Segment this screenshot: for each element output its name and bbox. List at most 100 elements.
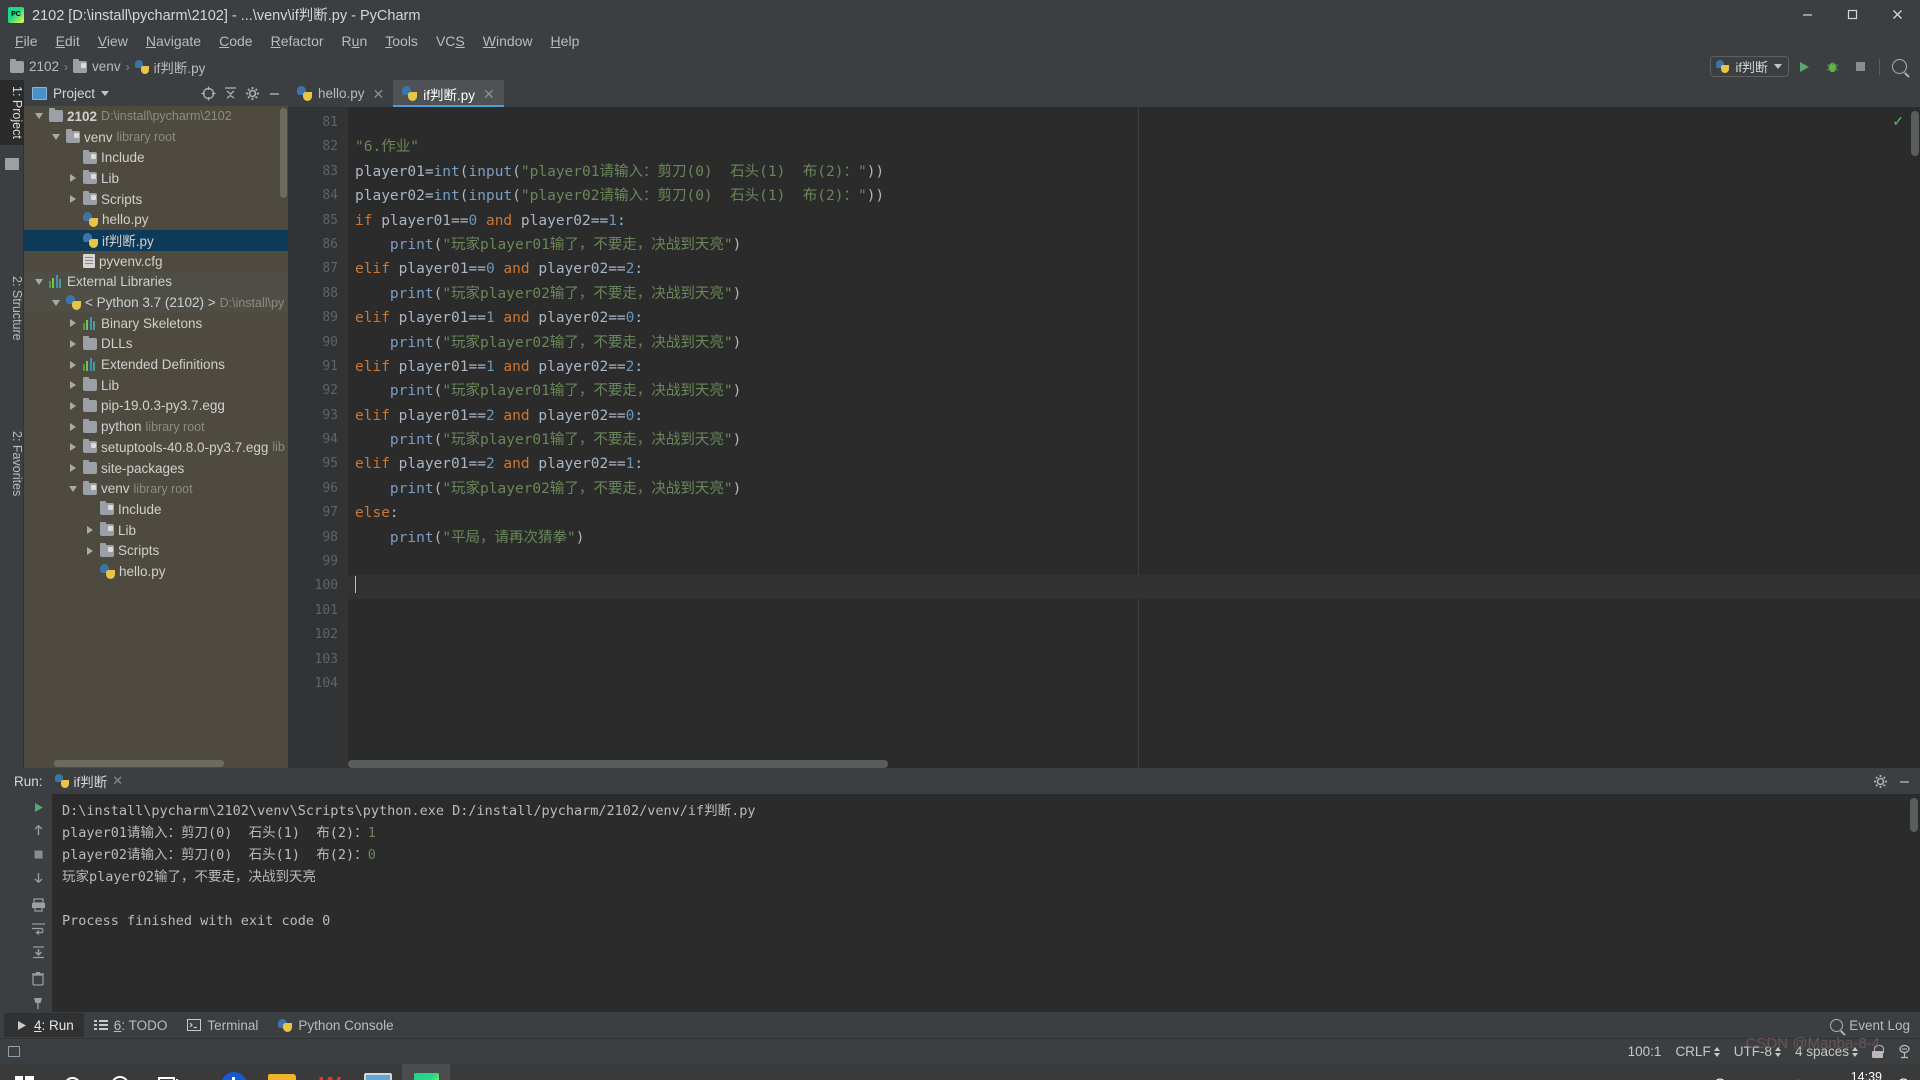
sidebar-item-favorites[interactable]: 2: Favorites (0, 425, 24, 502)
taskbar-app-pycharm[interactable] (402, 1064, 450, 1080)
code-editor[interactable]: 81 82 83 84 85 86 87 88 89 90 91 92 93 94 95 96 97 98 99 10… (288, 107, 1920, 768)
chevron-down-icon[interactable] (32, 275, 45, 288)
tree-row[interactable]: Lib (24, 375, 288, 396)
run-button[interactable] (1791, 56, 1817, 78)
run-console-output[interactable]: D:\install\pycharm\2102\venv\Scripts\pyt… (52, 794, 1920, 1012)
ime-icon[interactable]: 中 (1785, 1064, 1811, 1080)
tree-row[interactable]: Scripts (24, 189, 288, 210)
onedrive-icon[interactable] (1681, 1064, 1707, 1080)
cortana-button[interactable] (96, 1064, 144, 1080)
taskbar-clock[interactable]: 14:39 2021/12/20 (1811, 1070, 1890, 1080)
tree-row[interactable]: Scripts (24, 540, 288, 561)
soft-wrap-icon[interactable] (27, 919, 49, 938)
chevron-right-icon[interactable] (66, 420, 79, 433)
sidebar-item-structure[interactable]: 2: Structure (0, 270, 24, 347)
bottom-tab-4-run[interactable]: 4: Run (4, 1013, 84, 1037)
print-icon[interactable] (27, 895, 49, 914)
collapse-all-icon[interactable] (220, 83, 240, 103)
close-icon[interactable]: ✕ (373, 87, 385, 101)
chevron-right-icon[interactable] (66, 441, 79, 454)
stop-button[interactable] (1847, 56, 1873, 78)
start-button[interactable] (0, 1064, 48, 1080)
tree-row[interactable]: < Python 3.7 (2102) > D:\install\py (24, 292, 288, 313)
tree-row[interactable]: venv library root (24, 478, 288, 499)
tree-row[interactable]: Binary Skeletons (24, 313, 288, 334)
close-icon[interactable]: ✕ (112, 773, 123, 789)
stop-icon[interactable] (27, 845, 49, 864)
menu-item-tools[interactable]: Tools (376, 31, 427, 51)
chevron-down-icon[interactable] (32, 110, 45, 123)
chevron-right-icon[interactable] (66, 317, 79, 330)
tree-row[interactable]: if判断.py (24, 230, 288, 251)
editor-vertical-scrollbar[interactable] (1911, 111, 1919, 156)
tree-horizontal-scrollbar[interactable] (54, 760, 224, 767)
chevron-right-icon[interactable] (66, 399, 79, 412)
menu-item-view[interactable]: View (89, 31, 137, 51)
chevron-down-icon[interactable] (101, 90, 110, 96)
tree-row[interactable]: python library root (24, 416, 288, 437)
taskbar-app-wps[interactable]: W (306, 1064, 354, 1080)
hide-icon[interactable] (264, 83, 284, 103)
editor-tab-1[interactable]: if判断.py ✕ (393, 80, 504, 107)
taskbar-app-explorer[interactable] (258, 1064, 306, 1080)
console-scrollbar[interactable] (1910, 798, 1918, 832)
chevron-right-icon[interactable] (66, 358, 79, 371)
tree-row[interactable]: Lib (24, 520, 288, 541)
breadcrumb-item-2[interactable]: if判断.py (131, 56, 210, 78)
chevron-down-icon[interactable] (66, 482, 79, 495)
tree-row[interactable]: Lib (24, 168, 288, 189)
tree-row[interactable]: pyvenv.cfg (24, 251, 288, 272)
menu-item-navigate[interactable]: Navigate (137, 31, 210, 51)
tree-row[interactable]: Extended Definitions (24, 354, 288, 375)
menu-item-help[interactable]: Help (542, 31, 589, 51)
task-view-button[interactable] (144, 1064, 192, 1080)
up-icon[interactable] (27, 821, 49, 840)
close-icon[interactable]: ✕ (483, 87, 495, 101)
tree-row[interactable]: Include (24, 499, 288, 520)
chevron-right-icon[interactable] (83, 524, 96, 537)
taskbar-search-button[interactable] (48, 1064, 96, 1080)
tree-row[interactable]: 2102 D:\install\pycharm\2102 (24, 106, 288, 127)
menu-item-edit[interactable]: Edit (47, 31, 89, 51)
chevron-down-icon[interactable] (49, 296, 62, 309)
taskbar-app-lync[interactable] (210, 1064, 258, 1080)
tree-row[interactable]: site-packages (24, 458, 288, 479)
chevron-down-icon[interactable] (49, 131, 62, 144)
pin-icon[interactable] (27, 993, 49, 1012)
tree-row[interactable]: setuptools-40.8.0-py3.7.egg lib (24, 437, 288, 458)
tree-row[interactable]: hello.py (24, 561, 288, 582)
close-button[interactable] (1875, 0, 1920, 29)
menu-item-file[interactable]: File (6, 31, 47, 51)
battery-icon[interactable] (1733, 1064, 1759, 1080)
network-icon[interactable] (1707, 1064, 1733, 1080)
tree-row[interactable]: External Libraries (24, 271, 288, 293)
inspection-status-badge[interactable]: ✓ (1892, 113, 1904, 130)
menu-item-code[interactable]: Code (210, 31, 261, 51)
rerun-icon[interactable] (27, 798, 49, 817)
bottom-tab-6-todo[interactable]: 6: TODO (84, 1013, 178, 1037)
tree-row[interactable]: pip-19.0.3-py3.7.egg (24, 396, 288, 417)
tree-row[interactable]: venv library root (24, 127, 288, 148)
chevron-right-icon[interactable] (66, 379, 79, 392)
taskbar-app-remote-desktop[interactable] (354, 1064, 402, 1080)
trash-icon[interactable] (27, 969, 49, 988)
run-configuration-selector[interactable]: if判断 (1710, 56, 1789, 77)
chevron-right-icon[interactable] (66, 172, 79, 185)
chevron-right-icon[interactable] (66, 337, 79, 350)
menu-item-run[interactable]: Run (333, 31, 377, 51)
settings-icon[interactable] (1870, 771, 1890, 791)
breadcrumb-item-0[interactable]: 2102 (6, 58, 63, 75)
hide-icon[interactable] (1894, 771, 1914, 791)
run-tab[interactable]: if判断 ✕ (51, 770, 128, 792)
maximize-button[interactable] (1830, 0, 1875, 29)
sidebar-item-project[interactable]: 1: Project (0, 80, 24, 145)
settings-icon[interactable] (242, 83, 262, 103)
line-separator-selector[interactable]: CRLF (1675, 1044, 1720, 1059)
show-tool-window-bars-icon[interactable] (0, 1046, 28, 1057)
bottom-tab-terminal[interactable]: Terminal (177, 1013, 268, 1037)
scroll-to-end-icon[interactable] (27, 942, 49, 961)
bottom-tab-python-console[interactable]: Python Console (268, 1013, 403, 1037)
menu-item-vcs[interactable]: VCS (427, 31, 474, 51)
code-text[interactable]: "6.作业" player01=int(input("player01请输入：剪刀… (348, 107, 1920, 768)
breadcrumb-item-1[interactable]: venv (69, 58, 125, 75)
